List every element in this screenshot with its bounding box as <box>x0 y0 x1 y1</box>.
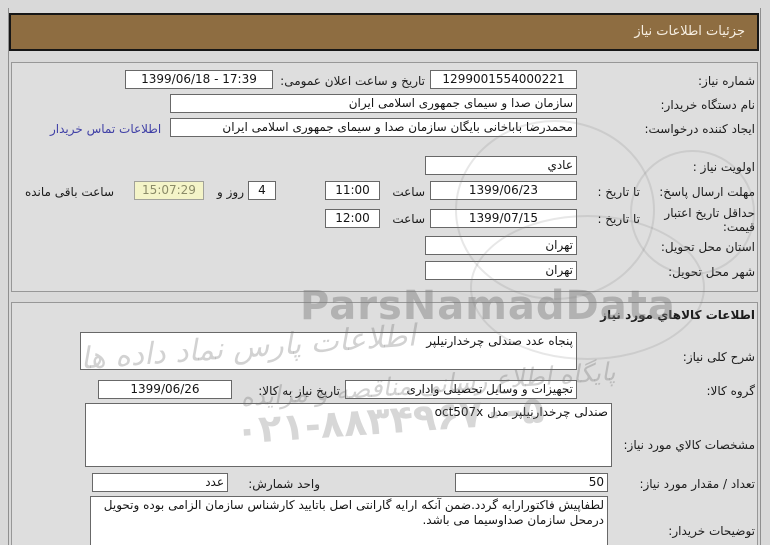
need-number-label: شماره نیاز: <box>698 74 755 88</box>
need-details-page: { "page": { "title": "جزئیات اطلاعات نیا… <box>0 0 770 545</box>
city-label: شهر محل تحویل: <box>668 265 755 279</box>
category-label: گروه کالا: <box>706 384 756 398</box>
goods-section-title: اطلاعات کالاهاي مورد نیاز <box>600 308 755 322</box>
announce-datetime-label: تاریخ و ساعت اعلان عمومی: <box>280 74 425 88</box>
validity-time-field[interactable]: 12:00 <box>325 209 380 228</box>
unit-field[interactable]: عدد <box>92 473 228 492</box>
description-label: شرح کلی نیاز: <box>682 350 755 364</box>
deadline-date-field[interactable]: 1399/06/23 <box>430 181 577 200</box>
priority-field[interactable]: عادي <box>425 156 577 175</box>
request-creator-label: ایجاد کننده درخواست: <box>644 122 755 136</box>
days-label: روز و <box>217 185 244 199</box>
city-field[interactable]: تهران <box>425 261 577 280</box>
specs-label: مشخصات کالاي مورد نیاز: <box>623 438 755 452</box>
province-field[interactable]: تهران <box>425 236 577 255</box>
unit-label: واحد شمارش: <box>248 477 320 491</box>
days-left-field[interactable]: 4 <box>248 181 276 200</box>
request-creator-field[interactable]: محمدرضا باباخانی بایگان سازمان صدا و سیم… <box>170 118 577 137</box>
deadline-time-field[interactable]: 11:00 <box>325 181 380 200</box>
countdown-timer: 15:07:29 <box>134 181 204 200</box>
buyer-notes-field[interactable]: لطفاپیش فاکتورارایه گردد.ضمن آنکه ارایه … <box>90 496 608 545</box>
priority-label: اولویت نیاز : <box>692 160 755 174</box>
remaining-hours-label: ساعت باقی مانده <box>24 185 114 199</box>
need-number-field[interactable]: 1299001554000221 <box>430 70 577 89</box>
buyer-contact-link[interactable]: اطلاعات تماس خریدار <box>50 122 161 136</box>
province-label: استان محل تحویل: <box>660 240 755 254</box>
page-title: جزئیات اطلاعات نیاز <box>9 13 759 51</box>
deadline-label: مهلت ارسال پاسخ: <box>659 185 755 199</box>
validity-date-field[interactable]: 1399/07/15 <box>430 209 577 228</box>
validity-hour-label: ساعت <box>392 212 425 226</box>
category-field[interactable]: تجهیزات و وسایل تحصیلی واداری <box>345 380 577 399</box>
quantity-label: تعداد / مقدار مورد نیاز: <box>639 477 755 491</box>
description-field[interactable]: پنجاه عدد صندلی چرخدارنیلپر <box>80 332 577 370</box>
page-border-right <box>760 8 761 545</box>
buyer-notes-label: توضیحات خریدار: <box>668 524 755 538</box>
validity-until-label: تا تاریخ : <box>597 212 640 226</box>
specs-field[interactable]: صندلی چرخدارنیلپر مدل oct507x <box>85 403 612 467</box>
deadline-until-label: تا تاریخ : <box>597 185 640 199</box>
announce-datetime-field[interactable]: 1399/06/18 - 17:39 <box>125 70 273 89</box>
deadline-hour-label: ساعت <box>392 185 425 199</box>
validity-label-line2: قیمت: <box>722 220 755 234</box>
quantity-field[interactable]: 50 <box>455 473 608 492</box>
buyer-name-field[interactable]: سازمان صدا و سیمای جمهوری اسلامی ایران <box>170 94 577 113</box>
validity-label-line1: حداقل تاریخ اعتبار <box>664 206 755 220</box>
need-date-field[interactable]: 1399/06/26 <box>98 380 232 399</box>
buyer-name-label: نام دستگاه خریدار: <box>660 98 756 112</box>
need-date-label: تاریخ نیاز به کالا: <box>258 384 340 398</box>
page-border-left <box>8 8 9 545</box>
